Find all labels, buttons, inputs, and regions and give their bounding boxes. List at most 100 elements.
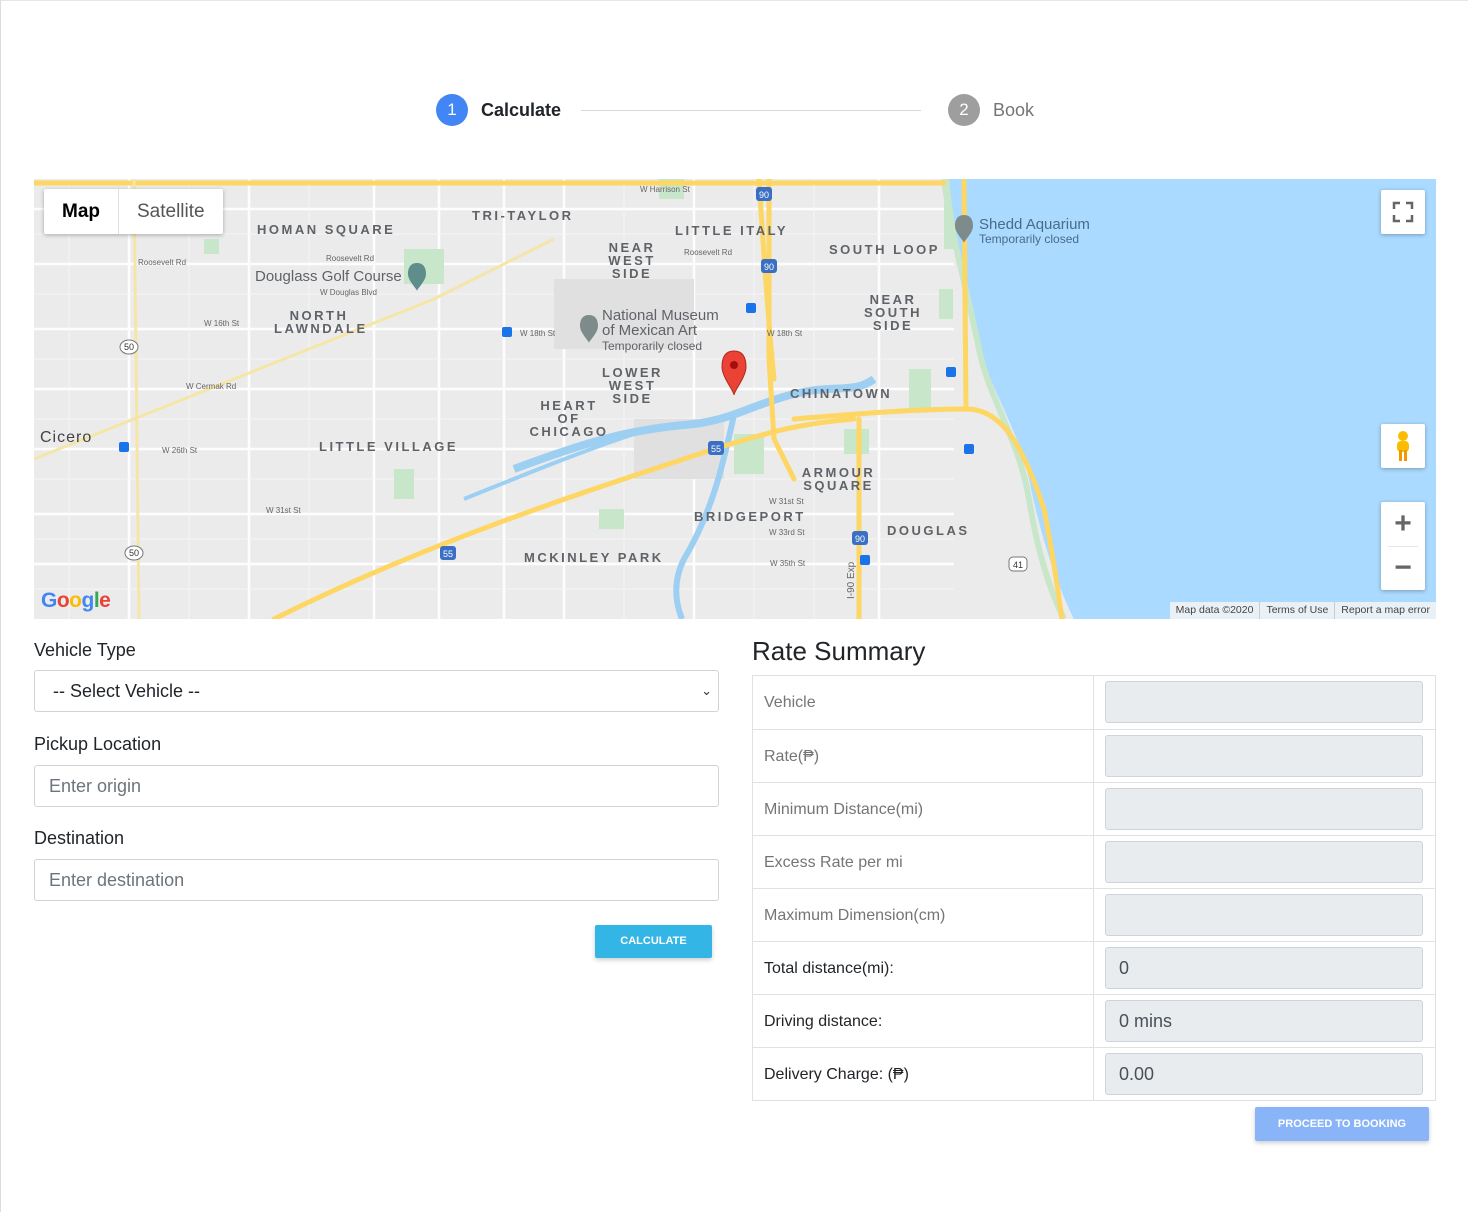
street-label: Roosevelt Rd — [138, 258, 187, 267]
street-label: W 35th St — [770, 559, 806, 568]
rate-summary-table: Vehicle Rate(₱) Minimum Distance(mi) Exc… — [752, 675, 1436, 1101]
pegman-icon — [1397, 431, 1409, 461]
fullscreen-icon — [1392, 201, 1414, 223]
pickup-location-input[interactable]: Enter origin — [34, 765, 719, 807]
rate-value-field — [1104, 788, 1423, 830]
zoom-out-button[interactable]: − — [1381, 546, 1425, 590]
calculate-button[interactable]: CALCULATE — [595, 925, 712, 958]
step-label: Book — [993, 99, 1035, 120]
svg-text:50: 50 — [129, 548, 139, 558]
delivery-charge-field: 0.00 — [1104, 1053, 1423, 1095]
street-label: W 18th St — [520, 329, 556, 338]
rate-row-total-distance: Total distance(mi): 0 — [753, 941, 1435, 994]
map-view[interactable]: 90 90 55 55 90 50 50 41 HOMAN SQUARE TRI… — [34, 179, 1436, 619]
svg-text:90: 90 — [759, 190, 769, 200]
map-label: BRIDGEPORT — [694, 509, 806, 524]
rate-row-minimum-distance: Minimum Distance(mi) — [753, 782, 1435, 835]
google-logo[interactable]: Google — [41, 589, 111, 613]
street-label: W 26th St — [162, 446, 198, 455]
street-label: Roosevelt Rd — [684, 248, 733, 257]
street-view-pegman[interactable] — [1381, 424, 1425, 468]
poi-label[interactable]: National Museum of Mexican Art — [602, 308, 732, 338]
proceed-to-booking-button[interactable]: PROCEED TO BOOKING — [1255, 1107, 1429, 1141]
map-label: DOUGLAS — [887, 523, 970, 538]
rate-label: Minimum Distance(mi) — [753, 783, 1094, 835]
map-label: LITTLE ITALY — [675, 223, 789, 238]
step-number: 2 — [948, 94, 980, 126]
svg-text:55: 55 — [443, 549, 453, 559]
fullscreen-button[interactable] — [1381, 190, 1425, 234]
svg-text:50: 50 — [124, 342, 134, 352]
poi-label[interactable]: Shedd Aquarium — [979, 216, 1090, 233]
zoom-in-button[interactable]: + — [1381, 502, 1425, 546]
driving-distance-field: 0 mins — [1104, 1000, 1423, 1042]
step-calculate[interactable]: 1 Calculate — [436, 94, 561, 126]
poi-status: Temporarily closed — [602, 339, 703, 353]
map-canvas: 90 90 55 55 90 50 50 41 — [34, 179, 1436, 619]
map-label: ARMOUR SQUARE — [801, 465, 876, 493]
rate-value-field — [1104, 735, 1423, 777]
street-label: W 33rd St — [769, 528, 805, 537]
pickup-location-label: Pickup Location — [34, 734, 162, 754]
rate-value-field — [1104, 681, 1423, 723]
map-attribution: Map data ©2020 Terms of Use Report a map… — [1169, 602, 1436, 619]
street-label: W 31st St — [769, 497, 804, 506]
rate-row-delivery-charge: Delivery Charge: (₱) 0.00 — [753, 1047, 1435, 1100]
map-data-text: Map data ©2020 — [1175, 604, 1254, 616]
step-book[interactable]: 2 Book — [948, 94, 1034, 126]
rate-label: Excess Rate per mi — [753, 836, 1094, 888]
svg-text:90: 90 — [855, 534, 865, 544]
map-type-map-button[interactable]: Map — [44, 189, 119, 234]
rate-row-driving-distance: Driving distance: 0 mins — [753, 994, 1435, 1047]
vehicle-type-value: -- Select Vehicle -- — [53, 681, 201, 701]
stepper-connector — [581, 110, 921, 111]
rate-label: Total distance(mi): — [753, 942, 1094, 994]
rate-label: Vehicle — [753, 676, 1094, 729]
destination-input[interactable]: Enter destination — [34, 859, 719, 901]
report-error-link[interactable]: Report a map error — [1334, 602, 1436, 619]
chevron-down-icon: ⌄ — [701, 683, 712, 698]
rate-row-vehicle: Vehicle — [753, 676, 1435, 729]
street-label: W 18th St — [767, 329, 803, 338]
street-label: W 31st St — [266, 506, 301, 515]
map-label: SOUTH LOOP — [829, 242, 940, 257]
poi-status: Temporarily closed — [979, 232, 1080, 246]
map-label: NEAR SOUTH SIDE — [864, 292, 922, 333]
rate-label: Maximum Dimension(cm) — [753, 889, 1094, 941]
zoom-control: + − — [1381, 502, 1425, 590]
total-distance-field: 0 — [1104, 947, 1423, 989]
street-label: W Douglas Blvd — [320, 288, 377, 297]
rate-label: Rate(₱) — [753, 730, 1094, 782]
map-label: NORTH LAWNDALE — [274, 308, 368, 336]
street-label: W Harrison St — [640, 185, 690, 194]
svg-text:90: 90 — [764, 262, 774, 272]
vehicle-type-label: Vehicle Type — [34, 640, 136, 660]
map-type-satellite-button[interactable]: Satellite — [119, 189, 223, 234]
rate-value-field — [1104, 894, 1423, 936]
map-label: HOMAN SQUARE — [257, 222, 396, 237]
map-label: MCKINLEY PARK — [524, 550, 664, 565]
map-label: LITTLE VILLAGE — [319, 439, 458, 454]
vehicle-type-select[interactable]: -- Select Vehicle -- ⌄ — [34, 670, 719, 712]
rate-row-rate: Rate(₱) — [753, 729, 1435, 782]
rate-row-excess-rate: Excess Rate per mi — [753, 835, 1435, 888]
step-number: 1 — [436, 94, 468, 126]
rate-label: Driving distance: — [753, 995, 1094, 1047]
street-label: Roosevelt Rd — [326, 254, 375, 263]
map-label: NEAR WEST SIDE — [608, 240, 656, 281]
destination-label: Destination — [34, 828, 125, 848]
rate-row-maximum-dimension: Maximum Dimension(cm) — [753, 888, 1435, 941]
step-label: Calculate — [481, 99, 562, 120]
rate-summary-title: Rate Summary — [752, 636, 926, 666]
map-label: TRI-TAYLOR — [472, 208, 574, 223]
map-label: CHINATOWN — [790, 386, 893, 401]
street-label: W 16th St — [204, 319, 240, 328]
rate-label: Delivery Charge: (₱) — [753, 1048, 1094, 1100]
svg-text:41: 41 — [1013, 560, 1023, 570]
stepper: 1 Calculate 2 Book — [436, 94, 1046, 128]
street-label: W Cermak Rd — [186, 382, 237, 391]
terms-link[interactable]: Terms of Use — [1259, 602, 1334, 619]
poi-label[interactable]: Douglass Golf Course — [255, 268, 402, 285]
rate-value-field — [1104, 841, 1423, 883]
map-label: HEART OF CHICAGO — [529, 398, 609, 439]
